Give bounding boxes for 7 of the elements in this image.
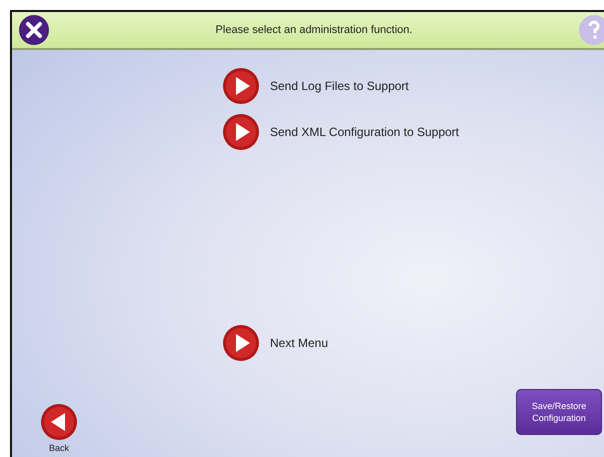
back-button[interactable]: Back (40, 403, 78, 453)
menu-item[interactable]: Send Log Files to Support (222, 66, 409, 106)
menu-item[interactable]: Send XML Configuration to Support (222, 112, 460, 152)
header-title: Please select an administration function. (216, 24, 412, 36)
save-restore-button[interactable]: Save/Restore Configuration (516, 389, 602, 435)
close-icon[interactable] (18, 14, 50, 46)
next-menu-item[interactable]: Next Menu (222, 323, 328, 363)
